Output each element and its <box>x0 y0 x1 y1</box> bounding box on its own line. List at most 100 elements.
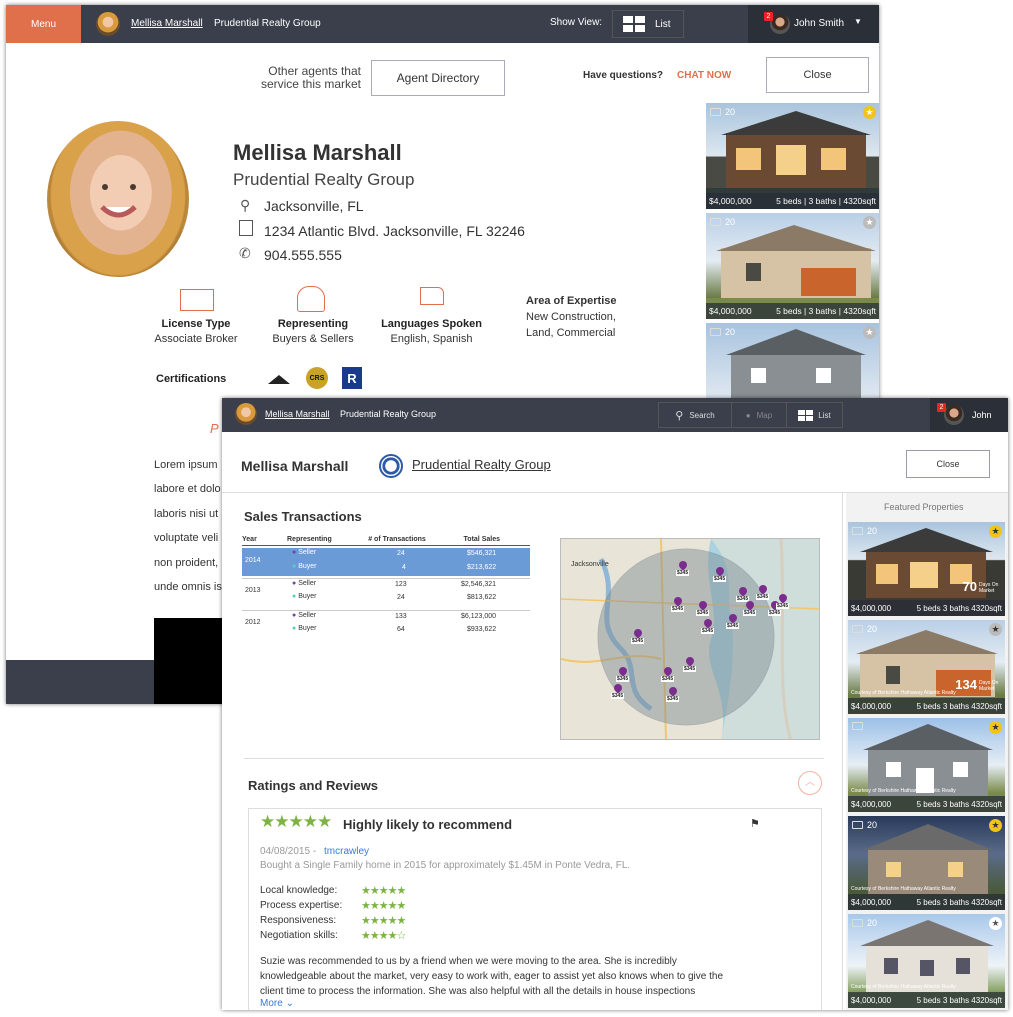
featured-listing-card[interactable]: 20 ★ Courtesy of Berkshire Hathaway Atlant… <box>848 914 1005 1008</box>
sales-map[interactable]: Jacksonville $345 $345 $345 $345 $345 $345 $34… <box>560 538 820 740</box>
sales-group[interactable]: 2012 ● Seller 133 $6,123,000 ● Buyer 64 … <box>242 610 530 640</box>
favorite-star-icon[interactable]: ★ <box>989 819 1002 832</box>
sales-title: Sales Transactions <box>244 509 362 524</box>
sales-group[interactable]: 2013 ● Seller 123 $2,546,321 ● Buyer 24 … <box>242 578 530 608</box>
photo-count: 20 <box>710 327 735 337</box>
map-pin-icon <box>671 595 684 607</box>
listing-card[interactable]: 20 ★ <box>706 323 879 403</box>
map-pin[interactable]: $345 <box>713 565 727 582</box>
view-toggle[interactable]: List <box>612 10 684 38</box>
listing-stats: $4,000,000 5 beds | 3 baths | 4320sqft <box>706 303 879 319</box>
close-button[interactable]: Close <box>766 57 869 93</box>
notification-badge[interactable]: 2 <box>764 12 773 21</box>
map-pin[interactable]: $345 <box>676 559 690 576</box>
map-pin[interactable]: $345 <box>756 583 770 600</box>
map-pin[interactable]: $345 <box>631 627 645 644</box>
review-author-link[interactable]: tmcrawley <box>324 846 369 857</box>
user-name: John <box>972 410 992 420</box>
seller-total: $546,321 <box>467 550 497 557</box>
list-tab[interactable]: List <box>787 403 842 427</box>
review-headline: Highly likely to recommend <box>343 817 513 832</box>
bio-line: voluptate veli <box>154 532 219 544</box>
agent-avatar[interactable] <box>96 12 120 36</box>
grid-view-icon[interactable] <box>623 16 645 32</box>
map-pin-icon <box>666 685 679 697</box>
favorite-star-icon[interactable]: ★ <box>989 721 1002 734</box>
map-pin[interactable]: $345 <box>736 585 750 602</box>
smile-graphic <box>100 184 137 218</box>
agent-directory-button[interactable]: Agent Directory <box>371 60 505 96</box>
map-pin[interactable]: $345 <box>683 655 697 672</box>
profile-location: Jacksonville, FL <box>264 198 364 214</box>
map-pin[interactable]: $345 <box>661 665 675 682</box>
agent-name-link[interactable]: Mellisa Marshall <box>265 409 330 419</box>
favorite-star-icon[interactable]: ★ <box>863 326 876 339</box>
map-city-label: Jacksonville <box>571 561 609 568</box>
chat-now-link[interactable]: CHAT NOW <box>677 70 731 81</box>
map-pin[interactable]: $345 <box>701 617 715 634</box>
map-pin-icon <box>661 665 674 677</box>
user-avatar <box>944 405 964 425</box>
favorite-star-icon[interactable]: ★ <box>989 525 1002 538</box>
buyer-count: 4 <box>402 564 406 571</box>
listing-card[interactable]: 20 ★ $4,000,000 5 beds | 3 baths | 4320sq… <box>706 103 879 209</box>
listing-card[interactable]: 20 ★ $4,000,000 5 beds | 3 baths | 4320sq… <box>706 213 879 319</box>
equal-housing-logo <box>267 367 291 391</box>
featured-listing-card[interactable]: 20 ★ 70 Days On Market $4,000,000 5 beds 3 ba… <box>848 522 1005 616</box>
buyer-total: $213,622 <box>467 564 497 571</box>
more-link[interactable]: More ⌄ <box>260 998 294 1009</box>
flag-icon <box>420 287 444 305</box>
photo-count: 20 <box>852 820 877 830</box>
view-switcher[interactable]: ⚲ Search ● Map List <box>658 402 843 428</box>
map-pin[interactable]: $345 <box>776 592 790 609</box>
map-pin[interactable]: $345 <box>743 599 757 616</box>
bio-line: laboris nisi ut <box>154 508 219 520</box>
view-list-label[interactable]: List <box>655 19 671 30</box>
photo-count: 20 <box>710 107 735 117</box>
flag-report-icon[interactable]: ⚑ <box>750 817 760 830</box>
company-link[interactable]: Prudential Realty Group <box>412 457 551 472</box>
map-pin[interactable]: $345 <box>696 599 710 616</box>
featured-listing-card[interactable]: ★ Courtesy of Berkshire Hathaway Atlantic… <box>848 718 1005 812</box>
listing-stats: $4,000,000 5 beds 3 baths 4320sqft <box>848 698 1005 714</box>
map-pin[interactable]: $345 <box>671 595 685 612</box>
map-pin-icon <box>726 612 739 624</box>
agent-name-link[interactable]: Mellisa Marshall <box>131 18 203 29</box>
sales-table: Year Representing # of Transactions Total S… <box>242 534 530 633</box>
favorite-star-icon[interactable]: ★ <box>989 917 1002 930</box>
agent-avatar[interactable] <box>235 403 257 425</box>
realtor-logo: R <box>342 367 362 389</box>
buyer-count: 64 <box>397 626 405 633</box>
listing-stats: $4,000,000 5 beds 3 baths 4320sqft <box>848 796 1005 812</box>
map-pin[interactable]: $345 <box>726 612 740 629</box>
map-pin[interactable]: $345 <box>666 685 680 702</box>
rating-label: Negotiation skills: <box>260 930 338 941</box>
user-menu[interactable]: 2 John <box>930 398 1008 432</box>
favorite-star-icon[interactable]: ★ <box>989 623 1002 636</box>
favorite-star-icon[interactable]: ★ <box>863 216 876 229</box>
map-tab[interactable]: ● Map <box>732 403 787 427</box>
photo-count <box>852 722 867 730</box>
seller-row: ● Seller <box>292 549 317 556</box>
close-button[interactable]: Close <box>906 450 990 478</box>
search-tab[interactable]: ⚲ Search <box>659 403 732 427</box>
featured-listing-card[interactable]: 20 ★ Courtesy of Berkshire Hathaway Atlant… <box>848 816 1005 910</box>
map-pin[interactable]: $345 <box>616 665 630 682</box>
menu-button[interactable]: Menu <box>6 5 81 43</box>
company-name: Prudential Realty Group <box>340 409 437 419</box>
collapse-chevron-icon[interactable]: ︿ <box>798 771 822 795</box>
map-pin-icon <box>696 599 709 611</box>
map-pin[interactable]: $345 <box>611 682 625 699</box>
other-agents-text: Other agents that service this market <box>260 64 361 91</box>
notification-badge[interactable]: 2 <box>937 403 946 412</box>
user-menu[interactable]: 2 John Smith ▼ <box>748 5 879 43</box>
map-pin-icon <box>611 682 624 694</box>
profile-phone[interactable]: 904.555.555 <box>264 247 342 263</box>
bio-line: labore et dolo <box>154 483 221 495</box>
favorite-star-icon[interactable]: ★ <box>863 106 876 119</box>
caret-down-icon[interactable]: ▼ <box>854 17 862 26</box>
map-pin-icon <box>743 599 756 611</box>
featured-listing-card[interactable]: 20 ★ 134 Days On Market Courtesy of Berkshir… <box>848 620 1005 714</box>
review-body: Suzie was recommended to us by a friend … <box>260 956 724 997</box>
divider <box>244 758 824 759</box>
